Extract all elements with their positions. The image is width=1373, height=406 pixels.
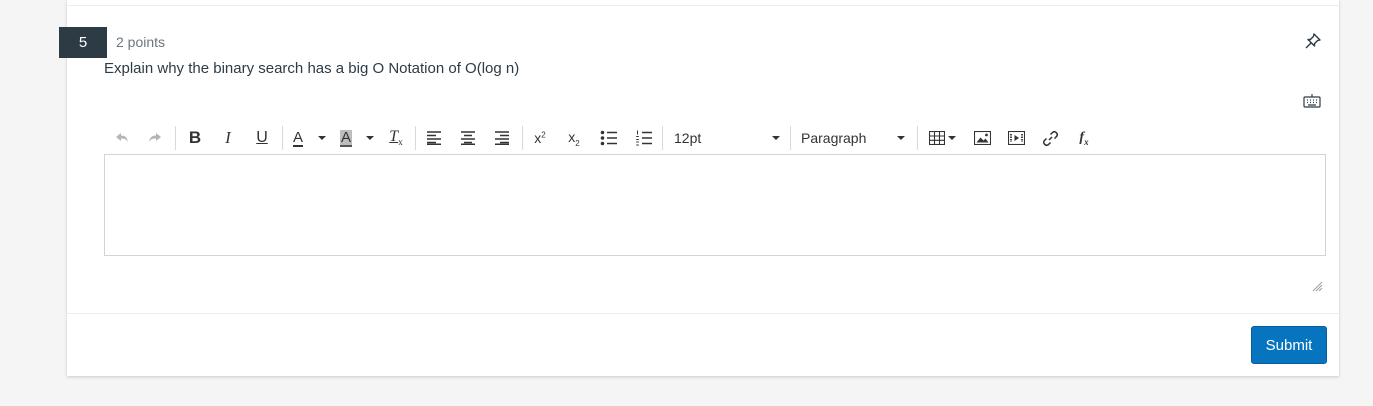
toolbar-separator	[282, 126, 283, 150]
card-top-divider	[67, 5, 1339, 6]
background-color-dropdown[interactable]	[364, 124, 376, 152]
toolbar-separator	[522, 126, 523, 150]
bold-icon: B	[188, 128, 202, 147]
clear-formatting-glyph: T	[389, 128, 399, 146]
align-center-button[interactable]	[457, 124, 479, 152]
toolbar-separator	[662, 126, 663, 150]
insert-media-button[interactable]	[1005, 124, 1027, 152]
numbered-list-button[interactable]	[633, 124, 655, 152]
clear-formatting-icon: Tx	[389, 128, 402, 147]
chevron-down-icon	[947, 136, 956, 140]
block-format-value: Paragraph	[801, 130, 867, 146]
italic-button[interactable]: I	[217, 124, 239, 152]
chevron-down-icon	[318, 136, 326, 140]
font-size-value: 12pt	[674, 130, 702, 146]
text-color-dropdown[interactable]	[316, 124, 328, 152]
insert-equation-button[interactable]: fx	[1073, 124, 1095, 152]
submit-button[interactable]: Submit	[1251, 326, 1327, 364]
equation-mark: x	[1084, 136, 1089, 147]
toolbar-separator	[175, 126, 176, 150]
resize-handle-icon[interactable]	[1311, 279, 1323, 292]
text-color-button[interactable]: A	[288, 124, 308, 152]
superscript-icon: x2	[534, 130, 545, 146]
media-icon	[1007, 131, 1025, 145]
footer-divider	[67, 313, 1339, 314]
clear-formatting-mark: x	[398, 137, 403, 148]
block-format-select[interactable]: Paragraph	[797, 124, 909, 152]
question-points: 2 points	[116, 34, 166, 50]
superscript-button[interactable]: x2	[529, 124, 551, 152]
insert-image-button[interactable]	[971, 124, 993, 152]
clear-formatting-button[interactable]: Tx	[384, 124, 408, 152]
toolbar-separator	[415, 126, 416, 150]
align-left-button[interactable]	[423, 124, 445, 152]
question-text: Explain why the binary search has a big …	[104, 60, 520, 77]
bullet-list-icon	[600, 130, 617, 146]
bold-button[interactable]: B	[184, 124, 206, 152]
equation-icon: fx	[1079, 130, 1088, 147]
underline-button[interactable]: U	[251, 124, 273, 152]
answer-editor[interactable]	[104, 154, 1326, 256]
chevron-down-icon	[366, 136, 374, 140]
align-right-icon	[495, 131, 509, 145]
keyboard-shortcuts-icon[interactable]	[1302, 93, 1322, 109]
font-size-select[interactable]: 12pt	[670, 124, 784, 152]
redo-icon[interactable]	[145, 124, 165, 152]
text-color-icon: A	[292, 128, 303, 147]
pin-icon[interactable]	[1303, 31, 1323, 51]
subscript-icon: x2	[568, 129, 579, 148]
subscript-button[interactable]: x2	[563, 124, 585, 152]
background-color-button[interactable]: A	[336, 124, 356, 152]
table-button[interactable]	[926, 124, 958, 152]
question-number-badge: 5	[59, 27, 107, 58]
table-icon	[928, 131, 945, 145]
subscript-mark: 2	[575, 138, 580, 148]
background-color-icon: A	[339, 128, 352, 147]
rich-text-toolbar: B I U A A Tx x2 x2 12pt Paragraph fx	[104, 124, 1326, 152]
align-left-icon	[427, 131, 441, 145]
italic-icon: I	[225, 128, 231, 147]
align-right-button[interactable]	[491, 124, 513, 152]
insert-link-button[interactable]	[1039, 124, 1061, 152]
align-center-icon	[461, 131, 475, 145]
undo-icon[interactable]	[112, 124, 132, 152]
toolbar-separator	[790, 126, 791, 150]
link-icon	[1042, 130, 1058, 146]
toolbar-separator	[917, 126, 918, 150]
numbered-list-icon	[636, 130, 652, 146]
image-icon	[973, 131, 991, 145]
chevron-down-icon	[772, 136, 780, 140]
bullet-list-button[interactable]	[598, 124, 620, 152]
superscript-mark: 2	[541, 130, 546, 140]
chevron-down-icon	[897, 136, 905, 140]
underline-icon: U	[256, 129, 268, 146]
